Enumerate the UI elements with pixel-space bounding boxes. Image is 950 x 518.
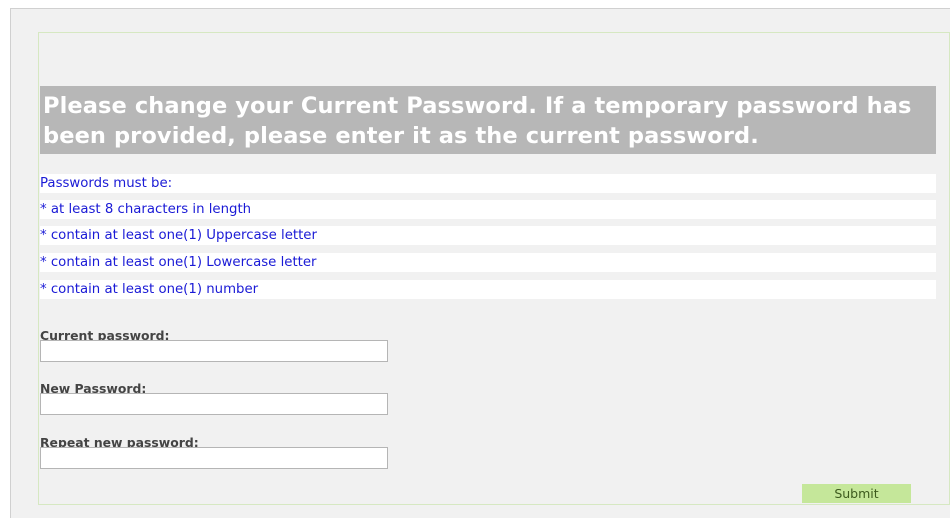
password-rule-length: * at least 8 characters in length xyxy=(40,200,936,219)
current-password-input[interactable] xyxy=(40,340,388,362)
password-rules-title: Passwords must be: xyxy=(40,174,936,193)
repeat-password-input[interactable] xyxy=(40,447,388,469)
password-rule-lowercase: * contain at least one(1) Lowercase lett… xyxy=(40,253,936,272)
password-rule-number: * contain at least one(1) number xyxy=(40,280,936,299)
submit-button[interactable]: Submit xyxy=(802,484,911,503)
page-background: Please change your Current Password. If … xyxy=(10,8,950,518)
page-heading: Please change your Current Password. If … xyxy=(40,86,936,154)
password-rule-uppercase: * contain at least one(1) Uppercase lett… xyxy=(40,226,936,245)
change-password-panel: Please change your Current Password. If … xyxy=(38,32,950,505)
new-password-input[interactable] xyxy=(40,393,388,415)
